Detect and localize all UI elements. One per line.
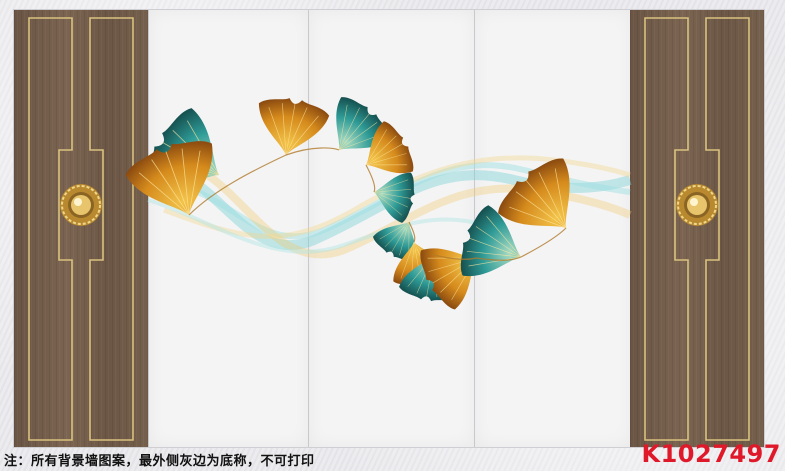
mural-panel-2 [308,10,475,447]
printing-note-caption: 注：所有背景墙图案，最外侧灰边为底称，不可打印 [4,454,315,469]
left-door-trim [28,17,134,441]
left-wood-door [14,10,148,447]
right-door-trim [644,17,750,441]
product-code: K1027497 [641,440,781,468]
door-knob-icon [676,184,718,226]
right-wood-door [630,10,764,447]
door-knob-icon [60,184,102,226]
mural-panel-1 [148,10,309,447]
wall-mural [14,10,764,447]
mural-panel-3 [474,10,631,447]
